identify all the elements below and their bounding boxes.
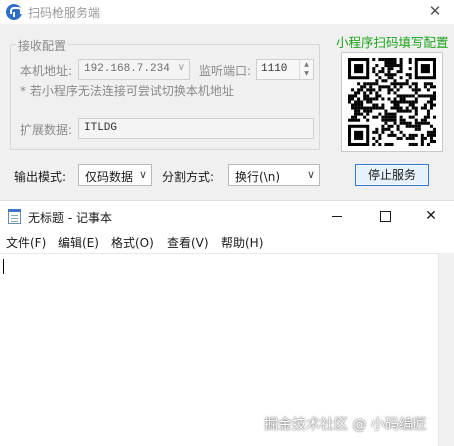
receive-config-legend: 接收配置 — [16, 37, 69, 54]
chevron-down-icon: ∨ — [177, 62, 185, 73]
config-qr-code — [341, 52, 443, 152]
menu-edit[interactable]: 编辑(E) — [58, 234, 99, 251]
service-window-title: 扫码枪服务端 — [28, 6, 101, 20]
qr-caption: 小程序扫码填写配置 — [336, 35, 449, 50]
minimize-icon[interactable] — [314, 201, 360, 231]
spin-down-icon[interactable]: ▼ — [300, 69, 313, 78]
port-spin-buttons: ▲ ▼ — [299, 60, 313, 79]
notepad-titlebar: 无标题 - 记事本 ✕ — [0, 201, 454, 231]
host-address-value: 192.168.7.234 — [84, 63, 170, 75]
menu-format[interactable]: 格式(O) — [111, 234, 154, 251]
menu-file[interactable]: 文件(F) — [6, 234, 46, 251]
chevron-down-icon: ∨ — [306, 168, 315, 181]
split-method-label: 分割方式: — [162, 170, 215, 184]
notepad-window: 无标题 - 记事本 ✕ 文件(F) 编辑(E) 格式(O) 查看(V) 帮助(H… — [0, 200, 454, 446]
split-method-select[interactable]: 换行(\n) ∨ — [228, 164, 320, 186]
spin-up-icon[interactable]: ▲ — [300, 60, 313, 69]
maximize-icon[interactable] — [362, 201, 408, 231]
scanner-service-window: 扫码枪服务端 ✕ 接收配置 本机地址: 192.168.7.234 ∨ 监听端口… — [0, 0, 454, 200]
split-method-value: 换行(\n) — [235, 170, 281, 184]
menu-help[interactable]: 帮助(H) — [221, 234, 263, 251]
service-close-button[interactable]: ✕ — [420, 0, 450, 24]
notepad-title: 无标题 - 记事本 — [28, 211, 112, 225]
notepad-menubar: 文件(F) 编辑(E) 格式(O) 查看(V) 帮助(H) — [0, 232, 454, 252]
host-address-select[interactable]: 192.168.7.234 ∨ — [78, 59, 190, 80]
chevron-down-icon: ∨ — [138, 168, 147, 181]
notepad-icon — [8, 209, 21, 224]
close-icon[interactable]: ✕ — [408, 201, 454, 231]
listen-port-label: 监听端口: — [199, 64, 252, 78]
app-logo-icon — [6, 4, 22, 20]
watermark: 掘金技术社区 @ 小码编匠 — [264, 417, 427, 433]
stop-service-button[interactable]: 停止服务 — [355, 164, 429, 186]
menu-view[interactable]: 查看(V) — [167, 234, 209, 251]
extended-data-input[interactable]: ITLDG — [78, 118, 314, 139]
listen-port-stepper[interactable]: 1110 ▲ ▼ — [256, 59, 314, 80]
output-mode-label: 输出模式: — [14, 170, 67, 184]
connection-hint: * 若小程序无法连接可尝试切换本机地址 — [20, 84, 234, 98]
text-caret — [3, 259, 4, 274]
extended-data-label: 扩展数据: — [20, 123, 73, 137]
qr-code-icon — [348, 58, 436, 146]
listen-port-value: 1110 — [261, 63, 288, 75]
service-titlebar: 扫码枪服务端 ✕ — [0, 0, 454, 24]
extended-data-value: ITLDG — [84, 122, 118, 134]
vertical-scrollbar[interactable] — [438, 253, 454, 446]
host-address-label: 本机地址: — [20, 64, 73, 78]
output-mode-value: 仅码数据 — [85, 170, 134, 184]
output-mode-select[interactable]: 仅码数据 ∨ — [78, 164, 152, 186]
